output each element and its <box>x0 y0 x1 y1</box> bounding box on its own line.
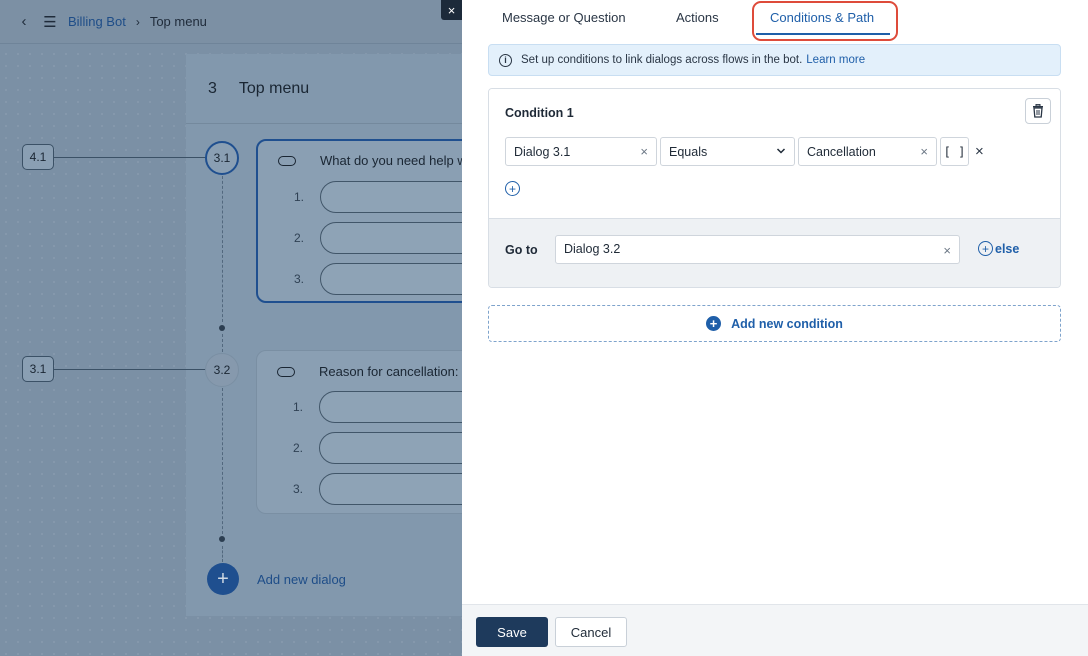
plus-filled-icon: + <box>706 316 722 331</box>
condition-title: Condition 1 <box>505 106 574 120</box>
breadcrumb-bot-link[interactable]: Billing Bot <box>68 14 126 29</box>
option-row[interactable]: 3. <box>294 263 462 295</box>
add-new-condition-button[interactable]: + Add new condition <box>488 305 1061 342</box>
connector-line <box>54 157 206 158</box>
cancel-button[interactable]: Cancel <box>555 617 627 647</box>
clear-icon[interactable]: × <box>640 144 648 159</box>
option-input[interactable] <box>319 432 462 464</box>
option-input[interactable] <box>319 473 462 505</box>
goto-target-value: Dialog 3.2 <box>564 242 621 256</box>
condition-operator-value: Equals <box>669 144 708 159</box>
section-title: Top menu <box>238 79 310 97</box>
add-dialog-label: Add new dialog <box>257 571 346 587</box>
dialog-node-circle[interactable]: 3.1 <box>205 141 239 175</box>
dialog-node-circle[interactable]: 3.2 <box>205 353 239 387</box>
dialog-card[interactable]: Reason for cancellation: 1. 2. 3. <box>256 350 462 514</box>
condition-value-text: Cancellation <box>807 144 876 159</box>
condition-source-value: Dialog 3.1 <box>514 144 571 159</box>
dialog-settings-panel: Message or Question Actions Conditions &… <box>462 0 1088 656</box>
flow-canvas: ‹ ☰ Billing Bot › Top menu 3 Top menu 4.… <box>0 0 462 656</box>
incoming-node-tag[interactable]: 4.1 <box>22 144 54 170</box>
incoming-node-tag[interactable]: 3.1 <box>22 356 54 382</box>
back-chevron-icon[interactable]: ‹ <box>16 13 32 30</box>
connector-line <box>54 369 206 370</box>
dialog-card[interactable]: What do you need help w 1. 2. 3. <box>256 139 462 303</box>
option-row[interactable]: 1. <box>293 391 462 423</box>
tab-bar: Message or Question Actions Conditions &… <box>462 0 1088 41</box>
option-row[interactable]: 3. <box>293 473 462 505</box>
info-icon: i <box>499 53 512 67</box>
tab-actions[interactable]: Actions <box>676 10 719 25</box>
clear-icon[interactable]: × <box>920 144 928 159</box>
message-pill-icon <box>278 155 296 166</box>
flow-dashed-line <box>222 546 223 562</box>
annotation-highlight-box <box>752 1 898 41</box>
condition-card: Condition 1 Dialog 3.1 × Equals Cancella… <box>488 88 1061 288</box>
flow-dashed-line <box>222 388 223 534</box>
section-number: 3 <box>208 79 217 97</box>
else-label: else <box>995 241 1020 256</box>
add-rule-plus-icon[interactable]: + <box>505 181 520 196</box>
menu-icon[interactable]: ☰ <box>42 14 58 31</box>
goto-label: Go to <box>505 243 538 257</box>
option-input[interactable] <box>320 263 462 295</box>
chevron-down-icon <box>776 144 786 161</box>
add-new-dialog-button[interactable]: + Add new dialog <box>207 563 346 595</box>
flow-dot <box>219 536 225 542</box>
flow-section-header: 3 Top menu <box>186 54 462 124</box>
plus-icon: + <box>207 563 239 595</box>
add-else-button[interactable]: + else <box>978 241 1019 256</box>
goto-target-field[interactable]: Dialog 3.2 × <box>555 235 960 264</box>
plus-circle-icon: + <box>978 241 993 256</box>
option-input[interactable] <box>320 181 462 213</box>
top-bar: ‹ ☰ Billing Bot › Top menu <box>0 0 462 44</box>
condition-rules: Condition 1 Dialog 3.1 × Equals Cancella… <box>489 89 1060 218</box>
goto-section: Go to Dialog 3.2 × + else <box>489 218 1060 287</box>
message-pill-icon <box>277 366 295 377</box>
option-row[interactable]: 1. <box>294 181 462 213</box>
breadcrumb-chevron-icon: › <box>135 14 140 29</box>
dialog-question: Reason for cancellation: <box>319 364 459 379</box>
add-new-condition-label: Add new condition <box>731 316 843 331</box>
save-button[interactable]: Save <box>476 617 548 647</box>
condition-source-field[interactable]: Dialog 3.1 × <box>505 137 657 166</box>
flow-dashed-line <box>222 176 223 322</box>
variable-bracket-button[interactable]: [ ] <box>940 137 969 166</box>
clear-icon[interactable]: × <box>943 243 951 258</box>
info-text: Set up conditions to link dialogs across… <box>521 54 803 66</box>
dialog-question: What do you need help w <box>320 153 462 168</box>
breadcrumb-current: Top menu <box>149 14 207 29</box>
condition-value-field[interactable]: Cancellation × <box>798 137 937 166</box>
option-row[interactable]: 2. <box>294 222 462 254</box>
trash-icon <box>1033 104 1043 118</box>
condition-operator-select[interactable]: Equals <box>660 137 795 166</box>
close-panel-button[interactable]: × <box>441 0 462 20</box>
option-input[interactable] <box>320 222 462 254</box>
learn-more-link[interactable]: Learn more <box>806 54 865 66</box>
info-banner: i Set up conditions to link dialogs acro… <box>488 44 1061 76</box>
option-input[interactable] <box>319 391 462 423</box>
option-row[interactable]: 2. <box>293 432 462 464</box>
delete-condition-button[interactable] <box>1025 98 1051 124</box>
flow-dashed-line <box>222 334 223 352</box>
tab-message-or-question[interactable]: Message or Question <box>502 10 626 25</box>
flow-dot <box>219 325 225 331</box>
remove-rule-icon[interactable]: × <box>975 143 984 160</box>
panel-footer: Save Cancel <box>462 604 1088 656</box>
